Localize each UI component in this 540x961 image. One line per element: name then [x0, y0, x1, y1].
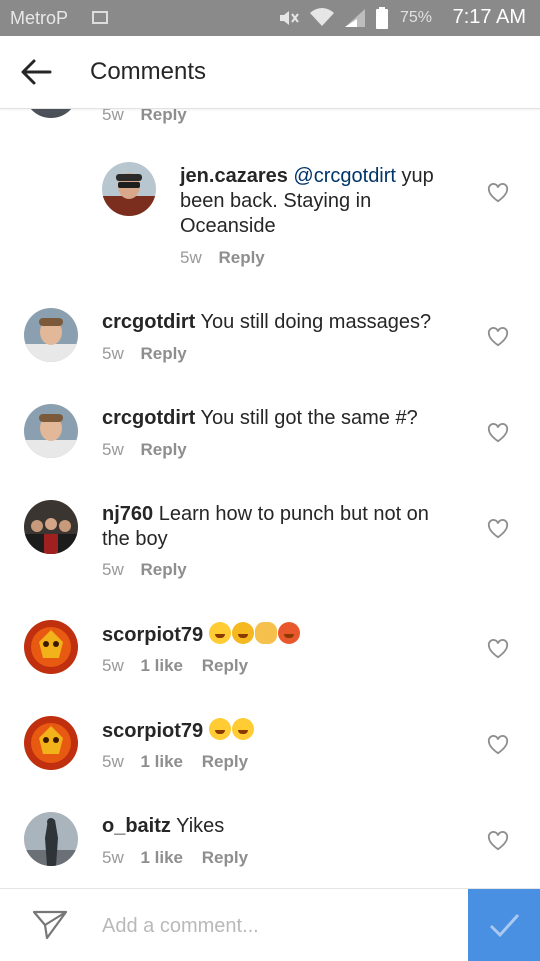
mute-icon [280, 11, 299, 25]
avatar[interactable] [24, 620, 78, 674]
avatar[interactable] [24, 716, 78, 770]
comment-meta: 5w Reply [102, 440, 187, 460]
comment-username[interactable]: nj760 [102, 503, 153, 525]
fist-emoji [254, 622, 277, 644]
comment-username[interactable]: crcgotdirt [102, 311, 195, 333]
checkmark-icon [489, 913, 520, 938]
like-heart-icon[interactable] [487, 831, 509, 851]
reply-button[interactable]: Reply [202, 656, 248, 675]
comment-time: 5w [102, 848, 124, 867]
signal-icon [345, 9, 365, 27]
comment-composer [0, 888, 540, 961]
comment-meta: 5w 1 like Reply [102, 752, 248, 772]
comment-meta: 5w Reply [102, 108, 187, 125]
mention-link[interactable]: @crcgotdirt [293, 165, 396, 187]
comment-body: You still got the same #? [200, 407, 418, 429]
reply-button[interactable]: Reply [202, 752, 248, 771]
avatar[interactable] [24, 404, 78, 458]
avatar[interactable] [24, 308, 78, 362]
comments-header: Comments [0, 36, 540, 109]
battery-icon [376, 7, 388, 29]
clock: 7:17 AM [452, 6, 526, 28]
comment-username[interactable]: scorpiot79 [102, 624, 203, 646]
post-comment-button[interactable] [468, 889, 540, 961]
scream-emoji [208, 622, 231, 644]
comment-meta: 5w 1 like Reply [102, 656, 248, 676]
like-heart-icon[interactable] [487, 639, 509, 659]
like-heart-icon[interactable] [487, 519, 509, 539]
comment-meta: 5w Reply [102, 560, 187, 580]
devil-emoji [277, 622, 300, 644]
comment-text: crcgotdirt You still doing massages? [102, 310, 462, 335]
image-notification-icon [92, 11, 108, 24]
like-heart-icon[interactable] [487, 183, 509, 203]
comment-meta: 5w Reply [180, 248, 265, 268]
comment-username[interactable]: o_baitz [102, 815, 171, 837]
comment-body: You still doing massages? [200, 311, 432, 333]
direct-message-icon[interactable] [32, 909, 68, 941]
tongue-emoji [208, 718, 231, 740]
avatar[interactable] [24, 108, 78, 118]
comment-time: 5w [102, 752, 124, 771]
comment-meta: 5w Reply [102, 344, 187, 364]
reply-button[interactable]: Reply [140, 108, 186, 124]
comment-username[interactable]: scorpiot79 [102, 720, 203, 742]
avatar[interactable] [102, 162, 156, 216]
comment-text: scorpiot79 [102, 622, 462, 648]
laughing-emoji [231, 718, 254, 740]
comment-time: 5w [102, 440, 124, 459]
comment-body: Yikes [176, 815, 225, 837]
comment-time: 5w [180, 248, 202, 267]
back-arrow-icon[interactable] [20, 58, 52, 86]
status-icons: 75% [278, 6, 432, 30]
avatar[interactable] [24, 500, 78, 554]
comment-time: 5w [102, 344, 124, 363]
comment-input[interactable] [100, 907, 454, 945]
angry-emoji [231, 622, 254, 644]
like-heart-icon[interactable] [487, 735, 509, 755]
comment-time: 5w [102, 560, 124, 579]
wifi-icon [310, 8, 334, 26]
reply-button[interactable]: Reply [218, 248, 264, 267]
comment-text: crcgotdirt You still got the same #? [102, 406, 462, 431]
comment-meta: 5w 1 like Reply [102, 848, 248, 868]
comment-text: scorpiot79 [102, 718, 462, 744]
like-heart-icon[interactable] [487, 327, 509, 347]
like-count[interactable]: 1 like [140, 848, 183, 867]
comment-time: 5w [102, 108, 124, 124]
comments-list[interactable]: 5w Reply jen.cazares @crcgotdirt yup bee… [0, 108, 540, 888]
reply-button[interactable]: Reply [140, 560, 186, 579]
carrier-name: MetroP [10, 8, 69, 28]
battery-percentage: 75% [400, 9, 433, 26]
comment-text: nj760 Learn how to punch but not on the … [102, 502, 462, 552]
reply-button[interactable]: Reply [202, 848, 248, 867]
comment-time: 5w [102, 656, 124, 675]
comment-text: o_baitz Yikes [102, 814, 462, 839]
like-heart-icon[interactable] [487, 423, 509, 443]
avatar[interactable] [24, 812, 78, 866]
like-count[interactable]: 1 like [140, 656, 183, 675]
page-title: Comments [90, 58, 207, 85]
reply-button[interactable]: Reply [140, 440, 186, 459]
comment-username[interactable]: jen.cazares [180, 165, 288, 187]
comment-text: jen.cazares @crcgotdirt yup been back. S… [180, 164, 450, 239]
reply-button[interactable]: Reply [140, 344, 186, 363]
like-count[interactable]: 1 like [140, 752, 183, 771]
comment-username[interactable]: crcgotdirt [102, 407, 195, 429]
status-bar: MetroP 75% 7:17 AM [0, 0, 540, 36]
